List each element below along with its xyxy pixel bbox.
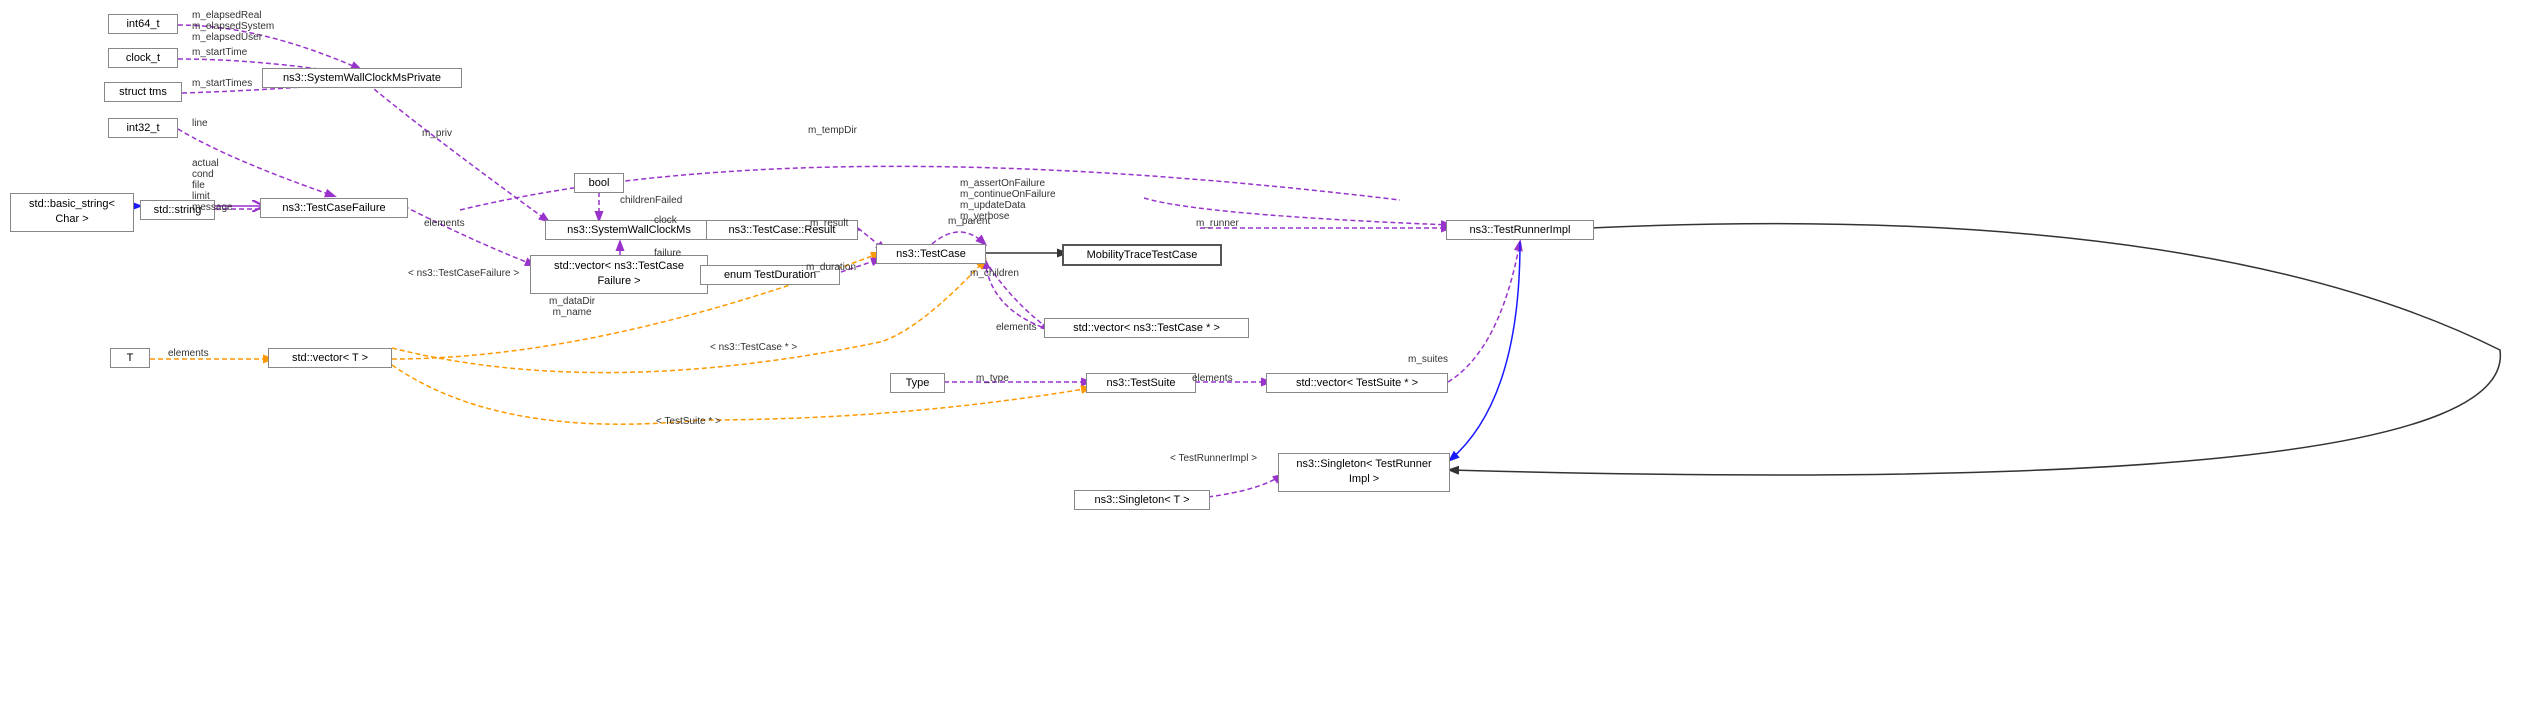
label-actual: actualcondfilelimitmessage <box>192 158 233 213</box>
label-elements-T: elements <box>168 348 209 359</box>
node-ns3_Singleton_T[interactable]: ns3::Singleton< T > <box>1074 490 1210 510</box>
label-m_priv: m_priv <box>422 128 452 139</box>
label-m_runner: m_runner <box>1196 218 1239 229</box>
node-ns3_Singleton_TestRunnerImpl[interactable]: ns3::Singleton< TestRunnerImpl > <box>1278 453 1450 492</box>
node-ns3_TestCase[interactable]: ns3::TestCase <box>876 244 986 264</box>
label-m_suites: m_suites <box>1408 354 1448 365</box>
node-int32_t[interactable]: int32_t <box>108 118 178 138</box>
label-failure: failure <box>654 248 681 259</box>
label-line: line <box>192 118 208 129</box>
label-m_duration: m_duration <box>806 262 856 273</box>
label-elements-failure: elements <box>424 218 465 229</box>
node-ns3_TestCaseFailure[interactable]: ns3::TestCaseFailure <box>260 198 408 218</box>
label-m_dataDir_name: m_dataDirm_name <box>549 296 595 318</box>
node-ns3_SystemWallClockMs[interactable]: ns3::SystemWallClockMs <box>545 220 713 240</box>
label-m_assertOnFailure: m_assertOnFailurem_continueOnFailurem_up… <box>960 178 1056 222</box>
node-std_vector_TestCase[interactable]: std::vector< ns3::TestCase * > <box>1044 318 1249 338</box>
label-m_result: m_result <box>810 218 848 229</box>
node-ns3_TestRunnerImpl[interactable]: ns3::TestRunnerImpl <box>1446 220 1594 240</box>
node-std_vector_TestSuite[interactable]: std::vector< TestSuite * > <box>1266 373 1448 393</box>
label-clock: clock <box>654 215 677 226</box>
label-m_type: m_type <box>976 373 1009 384</box>
label-elements-testcase: elements <box>996 322 1037 333</box>
diagram-container: int64_t clock_t struct tms int32_t std::… <box>0 0 2533 713</box>
node-std_basic_string[interactable]: std::basic_string< Char > <box>10 193 134 232</box>
node-bool[interactable]: bool <box>574 173 624 193</box>
label-TestRunnerImpl_tpl: < TestRunnerImpl > <box>1170 453 1257 464</box>
node-Type[interactable]: Type <box>890 373 945 393</box>
label-m_children: m_children <box>970 268 1019 279</box>
label-m_startTime: m_startTime <box>192 47 247 58</box>
node-T[interactable]: T <box>110 348 150 368</box>
node-std_vector_TestCaseFailure[interactable]: std::vector< ns3::TestCaseFailure > <box>530 255 708 294</box>
label-m_tempDir: m_tempDir <box>808 125 857 136</box>
label-ns3_TestCaseFailure_tpl: < ns3::TestCaseFailure > <box>408 268 519 279</box>
node-ns3_TestSuite[interactable]: ns3::TestSuite <box>1086 373 1196 393</box>
label-m_startTimes: m_startTimes <box>192 78 252 89</box>
node-MobilityTraceTestCase[interactable]: MobilityTraceTestCase <box>1062 244 1222 266</box>
node-struct_tms[interactable]: struct tms <box>104 82 182 102</box>
label-m_elapsedReal: m_elapsedRealm_elapsedSystemm_elapsedUse… <box>192 10 274 43</box>
node-std_vector_T[interactable]: std::vector< T > <box>268 348 392 368</box>
label-childrenFailed: childrenFailed <box>620 195 682 206</box>
label-ns3_TestCase_ptr: < ns3::TestCase * > <box>710 342 797 353</box>
node-clock_t[interactable]: clock_t <box>108 48 178 68</box>
node-int64_t[interactable]: int64_t <box>108 14 178 34</box>
node-ns3_SystemWallClockMsPrivate[interactable]: ns3::SystemWallClockMsPrivate <box>262 68 462 88</box>
label-elements-suite: elements <box>1192 373 1233 384</box>
label-TestSuite_ptr: < TestSuite * > <box>656 416 721 427</box>
